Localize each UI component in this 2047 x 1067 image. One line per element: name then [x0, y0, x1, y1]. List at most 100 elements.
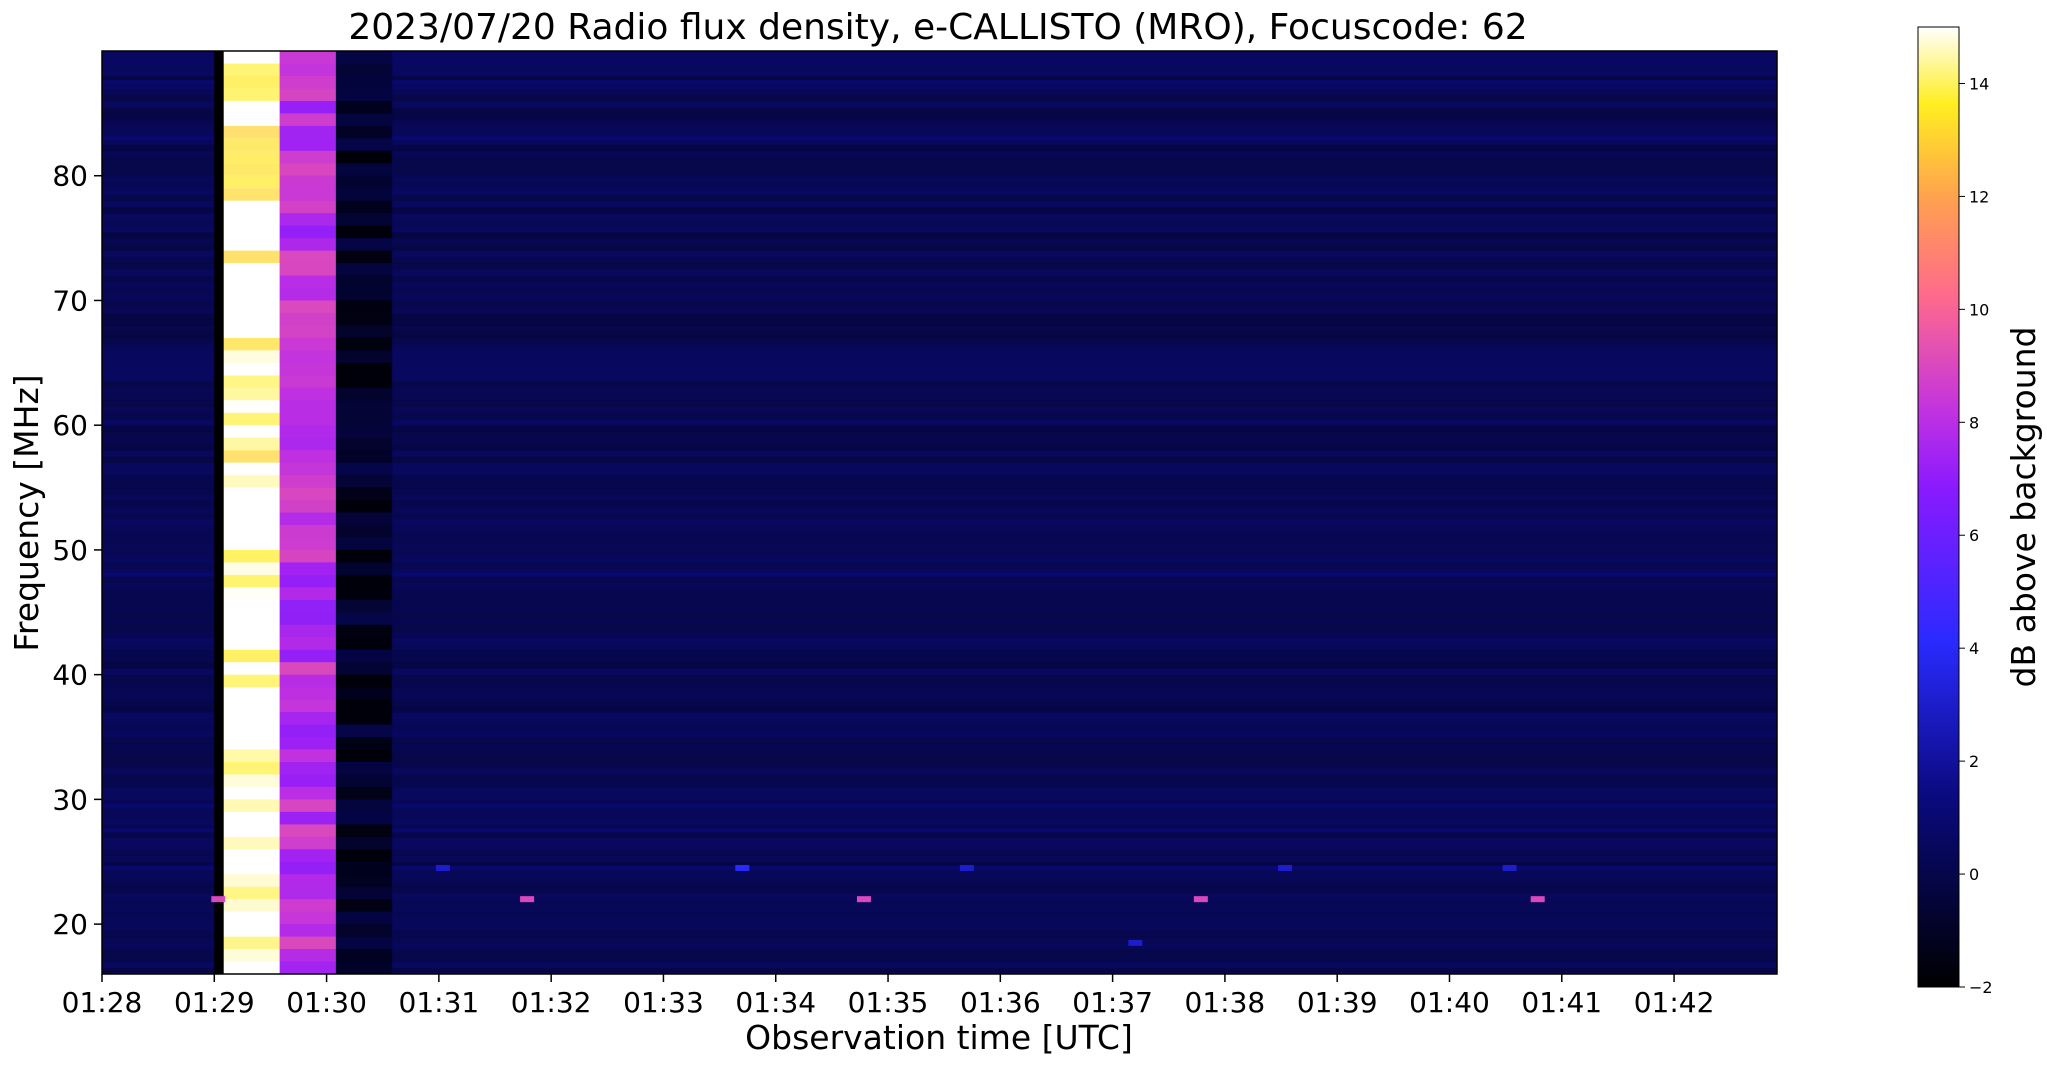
calibration-stripe — [223, 412, 280, 426]
calibration-stripe — [335, 649, 393, 663]
calibration-stripe — [335, 524, 393, 538]
calibration-stripe — [335, 312, 393, 326]
calibration-stripe — [279, 861, 336, 875]
calibration-stripe — [335, 886, 393, 900]
x-tick-label: 01:32 — [511, 986, 592, 1019]
calibration-stripe — [279, 163, 336, 176]
calibration-stripe — [223, 874, 280, 887]
calibration-stripe — [223, 824, 280, 837]
calibration-stripe — [279, 786, 336, 800]
calibration-stripe — [279, 961, 336, 974]
calibration-stripe — [335, 624, 393, 638]
calibration-stripe — [279, 824, 336, 837]
calibration-stripe — [223, 836, 280, 850]
calibration-stripe — [223, 549, 280, 563]
calibration-stripe — [223, 462, 280, 476]
spectrogram-figure: 2023/07/20 Radio flux density, e-CALLIST… — [7, 7, 2043, 1057]
calibration-stripe — [223, 362, 280, 376]
colorbar-ticks: −2 0 2 4 6 8 10 12 14 — [1959, 74, 1993, 997]
calibration-stripe — [279, 475, 336, 488]
calibration-stripe — [335, 213, 393, 226]
calibration-stripe — [279, 200, 336, 214]
calibration-stripe — [223, 350, 280, 363]
calibration-stripe — [223, 150, 280, 164]
x-tick-label: 01:34 — [735, 986, 816, 1019]
calibration-stripe — [223, 175, 280, 189]
calibration-stripe — [335, 574, 393, 588]
y-tick-label: 30 — [52, 783, 88, 816]
calibration-stripe — [223, 587, 280, 600]
calibration-stripe — [223, 537, 280, 550]
calibration-stripe — [223, 799, 280, 812]
burst-mark — [735, 864, 750, 871]
calibration-stripe — [223, 936, 280, 950]
calibration-stripe — [223, 275, 280, 288]
calibration-stripe — [335, 824, 393, 837]
calibration-stripe — [335, 599, 393, 613]
colorbar: −2 0 2 4 6 8 10 12 14 — [1917, 26, 1993, 997]
calibration-stripe — [223, 861, 280, 875]
calibration-stripe — [335, 761, 393, 775]
calibration-stripe — [279, 637, 336, 650]
calibration-stripe — [223, 375, 280, 388]
calibration-stripe — [335, 125, 393, 139]
colorbar-tick-label: 0 — [1969, 865, 1979, 884]
x-tick-label: 01:31 — [399, 986, 480, 1019]
calibration-stripe — [279, 624, 336, 638]
calibration-stripe — [335, 350, 393, 363]
calibration-stripe — [335, 811, 393, 825]
calibration-stripe — [335, 200, 393, 214]
heatmap — [102, 51, 1777, 975]
calibration-stripe — [279, 113, 336, 126]
colorbar-tick-label: 14 — [1969, 74, 1989, 93]
calibration-stripe — [279, 275, 336, 288]
calibration-stripe — [335, 150, 393, 164]
calibration-stripe — [223, 761, 280, 775]
calibration-stripe — [279, 687, 336, 700]
calibration-stripe — [223, 387, 280, 401]
x-axis: 01:28 01:29 01:30 01:31 01:32 01:33 01:34 01:35… — [62, 974, 1714, 1019]
calibration-stripe — [335, 287, 393, 301]
calibration-stripe — [223, 886, 280, 900]
colorbar-tick-label: 2 — [1969, 752, 1979, 771]
calibration-stripe — [335, 961, 393, 974]
calibration-stripe — [223, 312, 280, 326]
calibration-stripe — [279, 263, 336, 276]
calibration-stripe — [223, 774, 280, 787]
calibration-stripe — [279, 911, 336, 925]
calibration-stripe — [279, 138, 336, 151]
burst-mark — [520, 896, 535, 903]
calibration-stripe — [223, 263, 280, 276]
calibration-stripe — [223, 425, 280, 438]
burst-mark — [211, 896, 226, 903]
calibration-stripe — [279, 125, 336, 139]
calibration-stripe — [223, 849, 280, 862]
calibration-stripe — [335, 63, 393, 76]
calibration-stripe — [279, 175, 336, 189]
calibration-stripe — [279, 874, 336, 887]
calibration-stripe — [223, 949, 280, 962]
calibration-stripe — [223, 450, 280, 463]
burst-mark — [1128, 939, 1143, 946]
plot-area — [101, 50, 1778, 975]
calibration-stripe — [335, 662, 393, 675]
calibration-stripe — [335, 587, 393, 600]
calibration-stripe — [335, 387, 393, 401]
calibration-stripe — [335, 113, 393, 126]
calibration-stripe — [279, 562, 336, 575]
calibration-stripe — [335, 263, 393, 276]
calibration-stripe — [279, 649, 336, 663]
calibration-stripe — [335, 737, 393, 750]
calibration-stripe — [279, 849, 336, 862]
calibration-stripe — [223, 524, 280, 538]
calibration-stripe — [279, 150, 336, 164]
y-tick-label: 80 — [52, 160, 88, 193]
calibration-stripe — [223, 100, 280, 114]
calibration-stripe — [223, 500, 280, 513]
colorbar-tick-label: 4 — [1969, 639, 1979, 658]
y-tick-label: 20 — [52, 908, 88, 941]
calibration-stripe — [223, 51, 280, 64]
calibration-stripe — [223, 911, 280, 925]
calibration-stripe — [335, 275, 393, 288]
calibration-stripe — [223, 300, 280, 313]
